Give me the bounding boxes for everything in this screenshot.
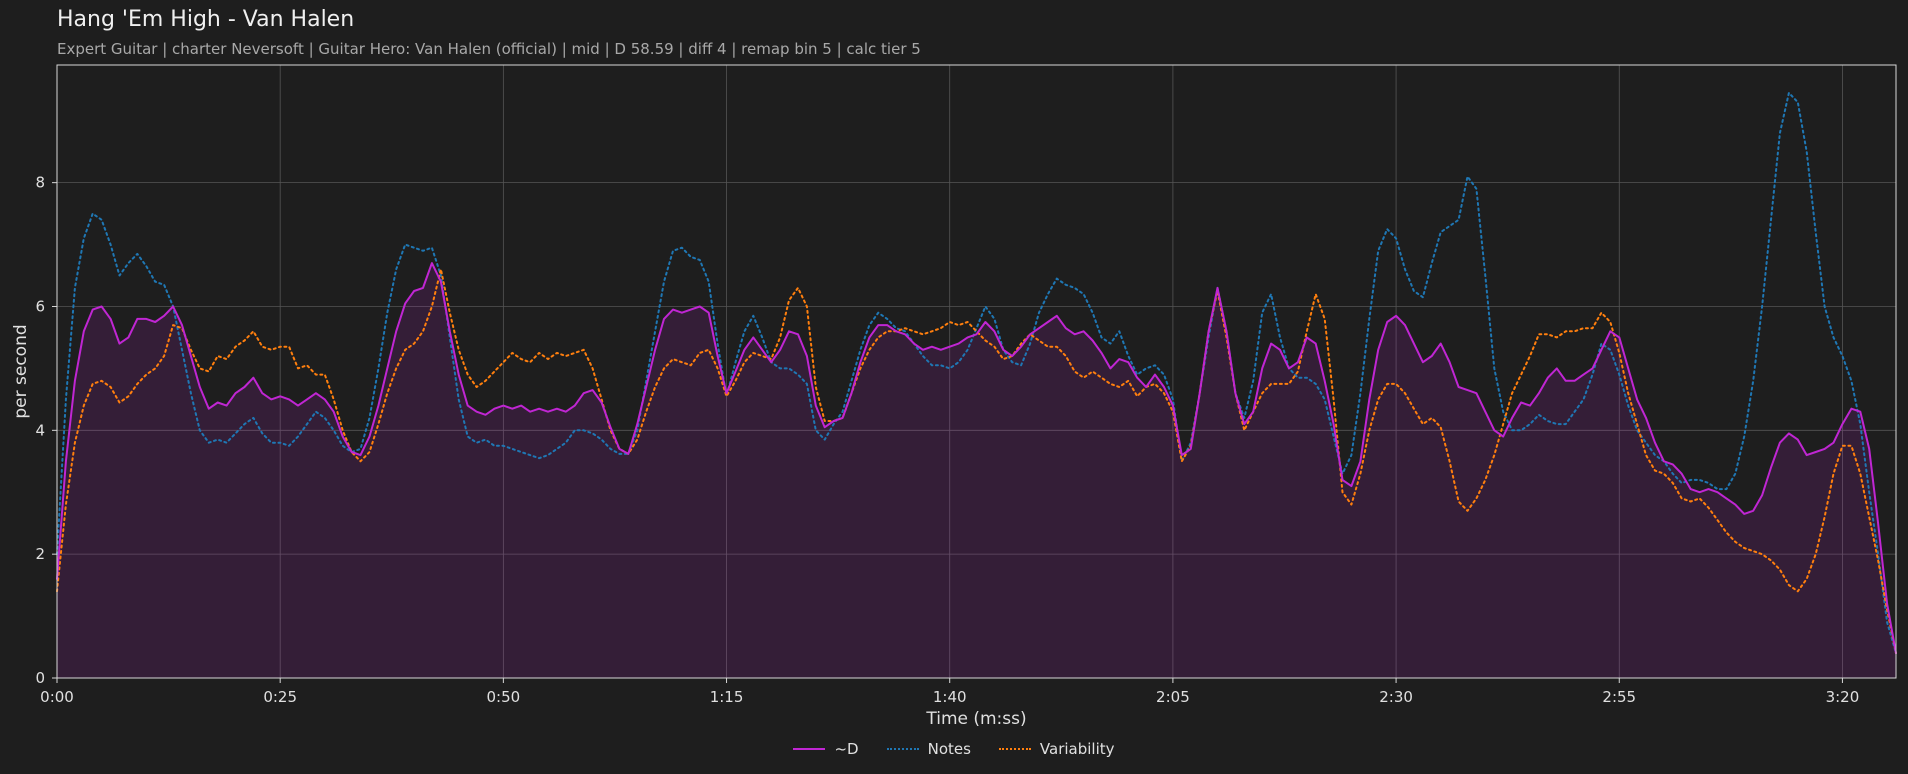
x-axis-label: Time (m:ss) — [925, 709, 1026, 729]
chart-canvas: 0:00 0:25 0:50 1:15 1:40 2:05 2:30 2:55 3:20 0 2 4 6… — [11, 64, 1897, 729]
legend-item: ~D — [793, 740, 859, 758]
legend-label: ~D — [834, 740, 859, 758]
y-tick-label: 4 — [35, 421, 45, 439]
legend-swatch — [886, 748, 919, 750]
x-tick-label: 0:50 — [487, 688, 521, 706]
x-tick-label: 0:25 — [263, 688, 297, 706]
series-area-fill — [57, 263, 1896, 678]
legend: ~D Notes Variability — [0, 736, 1908, 758]
y-tick-label: 8 — [35, 174, 45, 192]
x-tick-label: 2:30 — [1379, 688, 1413, 706]
x-tick-label: 3:20 — [1826, 688, 1860, 706]
x-tick-label: 2:55 — [1602, 688, 1636, 706]
y-tick-label: 0 — [35, 669, 45, 687]
legend-item: Variability — [998, 740, 1115, 758]
legend-label: Variability — [1039, 740, 1115, 758]
legend-label: Notes — [927, 740, 971, 758]
x-tick-label: 2:05 — [1156, 688, 1190, 706]
x-tick-label: 0:00 — [40, 688, 74, 706]
legend-swatch — [793, 748, 826, 750]
legend-item: Notes — [886, 740, 971, 758]
series-fill-layer — [57, 263, 1896, 678]
y-tick-label: 6 — [35, 297, 45, 315]
y-axis-label: per second — [11, 324, 31, 418]
x-tick-label: 1:15 — [710, 688, 744, 706]
legend-swatch — [998, 748, 1031, 750]
y-tick-label: 2 — [35, 545, 45, 563]
x-tick-label: 1:40 — [933, 688, 967, 706]
